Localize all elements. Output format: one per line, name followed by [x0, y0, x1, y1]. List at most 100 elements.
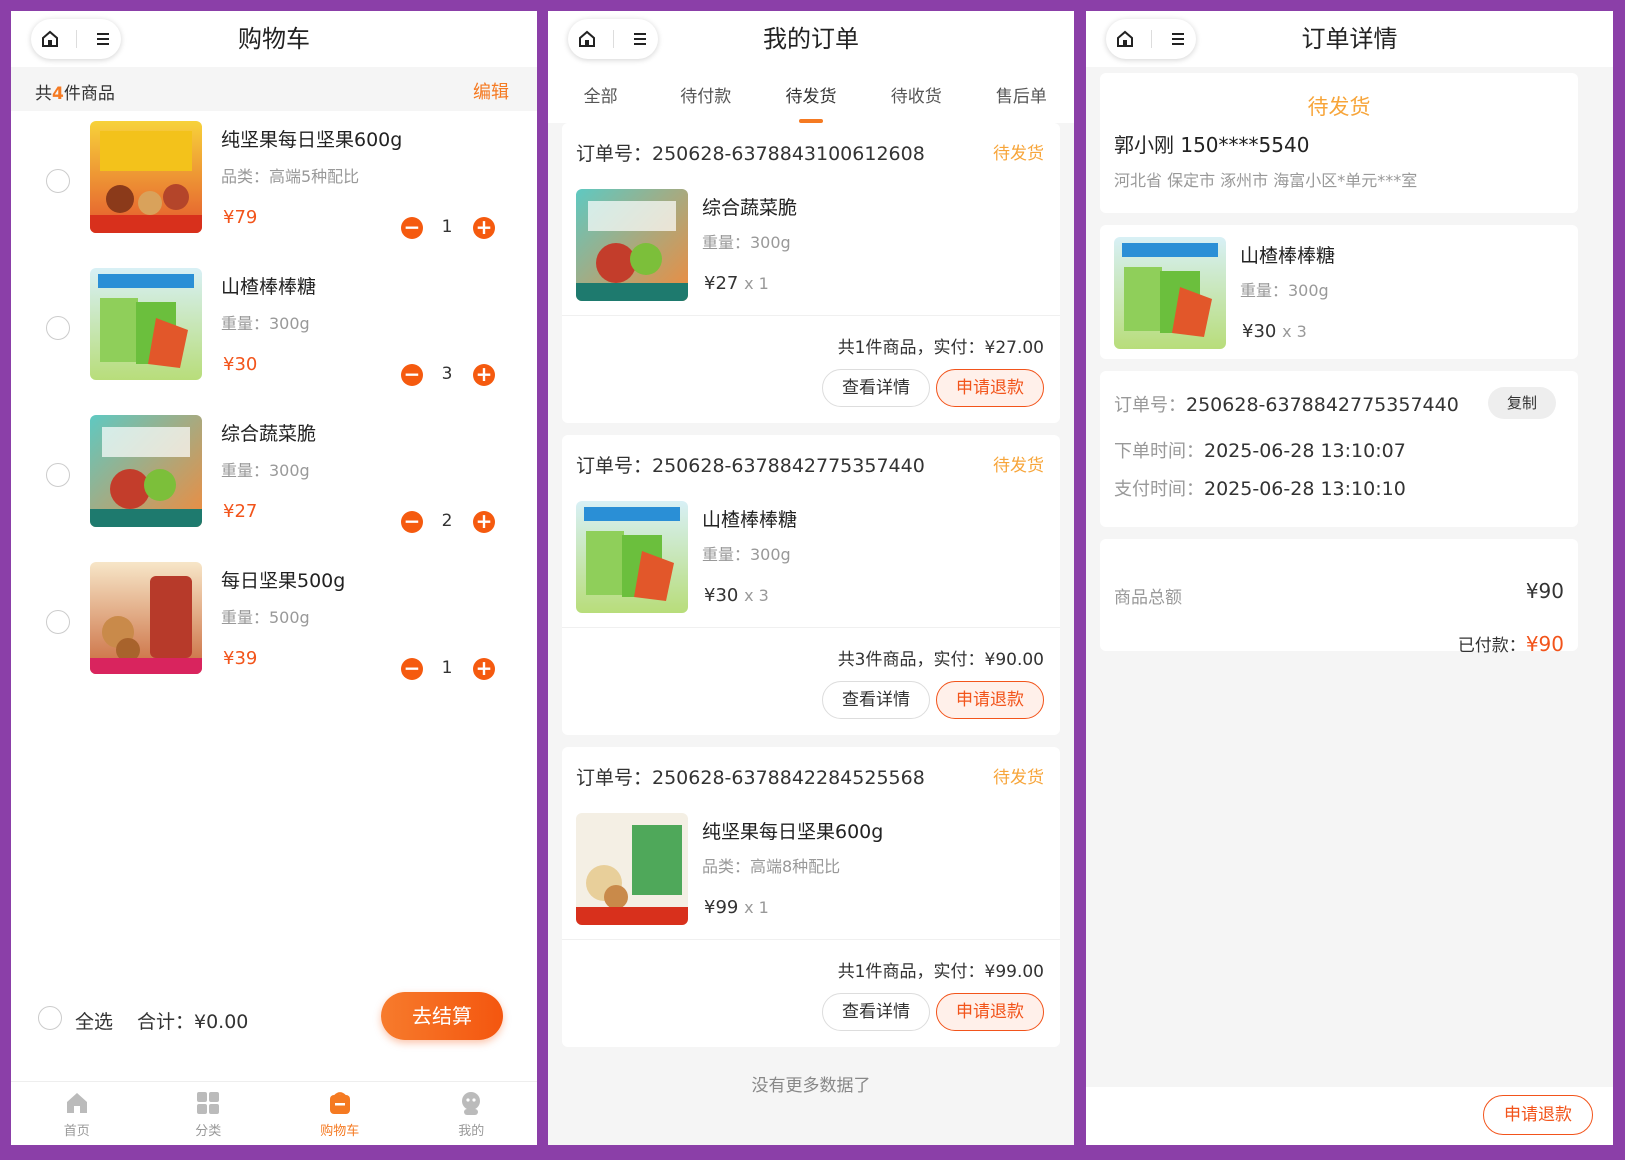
order-summary: 共1件商品，实付：¥27.00 [837, 338, 1044, 358]
orders-panel: 我的订单 全部 待付款 待发货 待收货 售后单 订单号：250628-63788… [548, 11, 1074, 1145]
cart-item: 每日坚果500g 重量：500g ¥39 − 1 + [11, 562, 537, 682]
plus-icon[interactable]: + [473, 658, 495, 680]
item-spec: 重量：300g [221, 461, 310, 480]
refund-button[interactable]: 申请退款 [936, 681, 1044, 719]
copy-button[interactable]: 复制 [1488, 387, 1556, 419]
order-number: 订单号：250628-6378842775357440 [576, 455, 925, 477]
refund-button[interactable]: 申请退款 [936, 993, 1044, 1031]
tab-mine[interactable]: 我的 [406, 1082, 538, 1145]
receiver-info: 郭小刚 150****5540 [1114, 133, 1310, 157]
item-checkbox[interactable] [46, 463, 70, 487]
checkout-button[interactable]: 去结算 [381, 992, 503, 1040]
cart-total: 合计：¥0.00 [137, 1011, 249, 1033]
product-thumbnail[interactable] [576, 189, 688, 301]
tab-pending-payment[interactable]: 待付款 [653, 67, 758, 123]
cart-topbar: 购物车 [11, 11, 537, 67]
product-price: ¥30 x 3 [704, 585, 769, 606]
payment-summary-card: 商品总额 ¥90 已付款：¥90 [1100, 539, 1578, 656]
divider [562, 627, 1060, 628]
item-checkbox[interactable] [46, 316, 70, 340]
quantity-value: 1 [441, 217, 453, 237]
item-name: 综合蔬菜脆 [221, 423, 317, 445]
home-icon [64, 1090, 90, 1116]
order-card: 订单号：250628-6378843100612608 待发货 综合蔬菜脆 重量… [562, 123, 1060, 423]
tab-label: 我的 [458, 1124, 485, 1139]
quantity-value: 1 [441, 658, 453, 678]
product-thumbnail[interactable] [90, 121, 202, 233]
product-thumbnail[interactable] [576, 501, 688, 613]
tab-pending-receipt[interactable]: 待收货 [864, 67, 969, 123]
detail-topbar: 订单详情 [1086, 11, 1613, 67]
product-thumbnail[interactable] [1114, 237, 1226, 349]
order-card: 订单号：250628-6378842284525568 待发货 纯坚果每日坚果6… [562, 747, 1060, 1047]
order-status: 待发货 [993, 144, 1044, 164]
select-all-label[interactable]: 全选 [75, 1007, 113, 1034]
order-detail-panel: 订单详情 待发货 郭小刚 150****5540 河北省 保定市 涿州市 海富小… [1086, 11, 1613, 1145]
refund-button[interactable]: 申请退款 [1483, 1095, 1593, 1135]
order-time-row: 下单时间：2025-06-28 13:10:07 [1114, 440, 1406, 462]
item-spec: 品类：高端5种配比 [221, 167, 360, 186]
tab-home[interactable]: 首页 [11, 1082, 143, 1145]
item-price: ¥39 [223, 648, 258, 669]
cart-item-count: 共4件商品 [35, 84, 115, 104]
select-all-checkbox[interactable] [38, 1006, 62, 1030]
order-status-tabs: 全部 待付款 待发货 待收货 售后单 [548, 67, 1074, 123]
item-checkbox[interactable] [46, 169, 70, 193]
order-summary: 共3件商品，实付：¥90.00 [837, 650, 1044, 670]
minus-icon[interactable]: − [401, 658, 423, 680]
divider [562, 939, 1060, 940]
product-thumbnail[interactable] [90, 415, 202, 527]
tab-after-sales[interactable]: 售后单 [969, 67, 1074, 123]
goods-total-label: 商品总额 [1114, 588, 1182, 608]
order-number-row: 订单号：250628-6378842775357440 [1114, 394, 1459, 416]
minus-icon[interactable]: − [401, 511, 423, 533]
product-name: 山楂棒棒糖 [702, 509, 798, 531]
quantity-value: 3 [441, 364, 453, 384]
product-price: ¥30 x 3 [1242, 321, 1307, 342]
user-icon [458, 1090, 484, 1116]
pay-time-row: 支付时间：2025-06-28 13:10:10 [1114, 478, 1406, 500]
product-name: 综合蔬菜脆 [702, 197, 798, 219]
tab-cart[interactable]: 购物车 [274, 1082, 406, 1145]
divider [562, 315, 1060, 316]
quantity-stepper: − 2 + [401, 511, 501, 535]
product-card: 山楂棒棒糖 重量：300g ¥30 x 3 [1100, 225, 1578, 359]
goods-total-value: ¥90 [1525, 579, 1564, 603]
detail-action-bar: 申请退款 [1086, 1087, 1613, 1145]
plus-icon[interactable]: + [473, 364, 495, 386]
view-detail-button[interactable]: 查看详情 [822, 993, 930, 1031]
plus-icon[interactable]: + [473, 511, 495, 533]
quantity-stepper: − 3 + [401, 364, 501, 388]
order-status: 待发货 [1307, 95, 1371, 119]
view-detail-button[interactable]: 查看详情 [822, 369, 930, 407]
product-spec: 重量：300g [702, 545, 791, 564]
cart-panel: 购物车 共4件商品 编辑 纯坚果每日坚果600g 品类：高端5种配比 ¥79 −… [11, 11, 537, 1145]
refund-button[interactable]: 申请退款 [936, 369, 1044, 407]
order-summary: 共1件商品，实付：¥99.00 [837, 962, 1044, 982]
no-more-data: 没有更多数据了 [751, 1076, 871, 1096]
item-name: 纯坚果每日坚果600g [221, 129, 403, 151]
order-card: 订单号：250628-6378842775357440 待发货 山楂棒棒糖 重量… [562, 435, 1060, 735]
edit-button[interactable]: 编辑 [473, 78, 509, 104]
shipping-info-card: 待发货 郭小刚 150****5540 河北省 保定市 涿州市 海富小区*单元*… [1100, 73, 1578, 213]
tab-category[interactable]: 分类 [143, 1082, 275, 1145]
minus-icon[interactable]: − [401, 364, 423, 386]
plus-icon[interactable]: + [473, 217, 495, 239]
item-name: 山楂棒棒糖 [221, 276, 317, 298]
minus-icon[interactable]: − [401, 217, 423, 239]
product-thumbnail[interactable] [90, 562, 202, 674]
product-thumbnail[interactable] [576, 813, 688, 925]
receiver-address: 河北省 保定市 涿州市 海富小区*单元***室 [1114, 171, 1418, 190]
product-spec: 重量：300g [702, 233, 791, 252]
item-price: ¥79 [223, 207, 258, 228]
item-checkbox[interactable] [46, 610, 70, 634]
bottom-tabbar: 首页 分类 购物车 我的 [11, 1081, 537, 1145]
tab-all[interactable]: 全部 [548, 67, 653, 123]
grid-icon [195, 1090, 221, 1116]
view-detail-button[interactable]: 查看详情 [822, 681, 930, 719]
tab-pending-shipment[interactable]: 待发货 [758, 67, 863, 123]
product-thumbnail[interactable] [90, 268, 202, 380]
order-status: 待发货 [993, 768, 1044, 788]
order-meta-card: 订单号：250628-6378842775357440 复制 下单时间：2025… [1100, 371, 1578, 527]
item-spec: 重量：500g [221, 608, 310, 627]
